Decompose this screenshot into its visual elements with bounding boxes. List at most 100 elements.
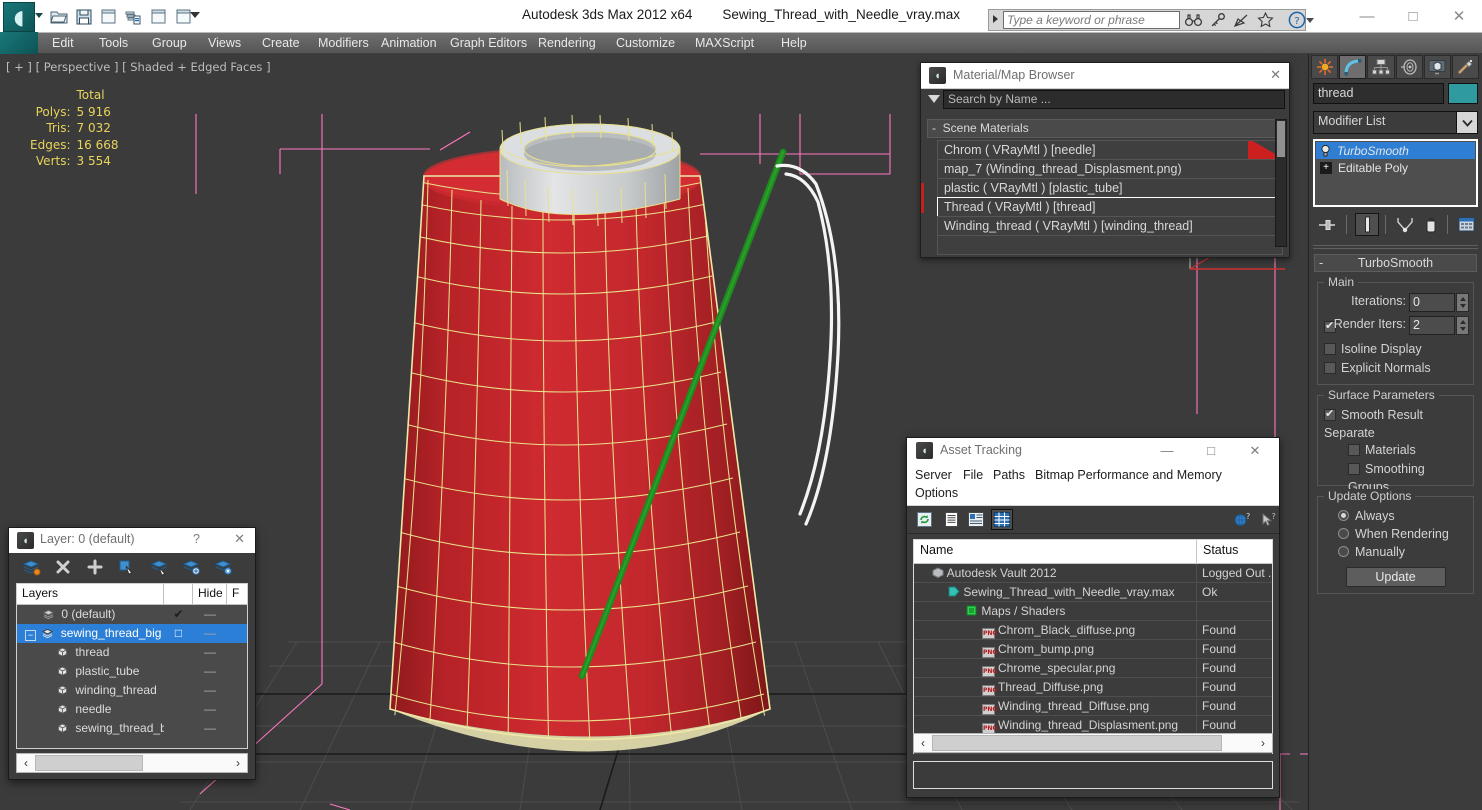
menu-item-animation[interactable]: Animation [375,35,443,52]
manually-radio[interactable] [1338,546,1349,557]
asset-tracking-maximize-button[interactable]: □ [1197,441,1225,460]
layer-expander-icon[interactable]: − [25,630,36,641]
table-row[interactable]: PNGChrom_bump.png Found [914,640,1272,659]
menu-item-tools[interactable]: Tools [93,35,134,52]
asset-table-horizontal-scrollbar[interactable]: ‹ › [913,733,1273,753]
show-end-result-icon[interactable] [1355,213,1379,236]
material-item-map7[interactable]: map_7 (Winding_thread_Displasment.png) [… [937,159,1283,194]
menu-item-maxscript[interactable]: MAXScript [689,35,760,52]
create-tab[interactable] [1311,55,1339,79]
column-header-freeze[interactable]: F [227,584,247,604]
isoline-display-checkbox[interactable] [1324,343,1336,355]
window-minimize-button[interactable]: — [1344,0,1390,32]
scroll-left-arrow[interactable]: ‹ [18,755,34,771]
smooth-result-checkbox[interactable] [1324,407,1336,421]
grid-view-icon[interactable] [991,509,1013,530]
material-item-chrom[interactable]: Chrom ( VRayMtl ) [needle] [937,140,1283,160]
spinner-arrows-icon[interactable] [1456,316,1469,335]
remove-modifier-icon[interactable] [1419,213,1443,236]
help-globe-icon[interactable]: ? [1231,509,1253,530]
layer-hide-toggle[interactable]: — [193,624,227,643]
always-radio[interactable] [1338,510,1349,521]
layer-hide-toggle[interactable]: — [193,700,227,719]
asset-tracking-window[interactable]: ◖ Asset Tracking — □ ✕ Server File Paths… [906,437,1280,798]
menu-item-rendering[interactable]: Rendering [532,35,602,52]
asset-tracking-close-button[interactable]: ✕ [1241,441,1269,460]
star-icon[interactable] [1254,10,1276,30]
binoculars-icon[interactable] [1182,10,1204,30]
layer-hide-toggle[interactable]: — [193,719,227,738]
menu-item-views[interactable]: Views [202,35,247,52]
column-header-blank[interactable] [164,584,193,604]
satellite-dish-icon[interactable] [1230,10,1252,30]
group-toggle-icon[interactable]: - [932,121,936,135]
layer-row-sewing-thread-big[interactable]: − sewing_thread_big □ — [17,624,247,643]
new-layer-icon[interactable] [19,556,43,578]
column-header-name[interactable]: Name [914,540,1197,563]
layer-hide-toggle[interactable]: — [193,662,227,681]
update-option-manually[interactable]: Manually [1322,543,1469,561]
key-icon[interactable] [1206,10,1228,30]
utilities-tab[interactable] [1451,55,1480,79]
render-iters-value[interactable]: 2 [1409,316,1455,335]
material-item-winding-thread[interactable]: Winding_thread ( VRayMtl ) [winding_thre… [937,216,1283,236]
asset-menu-bitmap[interactable]: Bitmap Performance and Memory [1035,468,1222,482]
isoline-display-row[interactable]: Isoline Display [1322,340,1469,359]
asset-tracking-minimize-button[interactable]: — [1153,441,1181,460]
layer-hide-toggle[interactable]: — [193,643,227,662]
modifier-stack[interactable]: TurboSmooth + Editable Poly [1313,139,1478,207]
layer-freeze-toggle[interactable] [227,624,247,643]
table-row[interactable]: PNGChrom_Black_diffuse.png Found [914,621,1272,640]
layer-close-button[interactable]: ✕ [234,531,245,547]
explicit-normals-checkbox[interactable] [1324,362,1336,374]
explicit-normals-row[interactable]: Explicit Normals [1322,359,1469,378]
scroll-right-arrow[interactable]: › [230,755,246,771]
layer-settings-icon[interactable] [211,556,235,578]
menu-item-customize[interactable]: Customize [610,35,681,52]
object-color-swatch[interactable] [1448,83,1478,104]
select-highlight-icon[interactable] [147,556,171,578]
modifier-stack-item-turbosmooth[interactable]: TurboSmooth [1316,142,1475,159]
layer-row-winding-thread[interactable]: winding_thread — [17,681,247,700]
update-option-when-rendering[interactable]: When Rendering [1322,525,1469,543]
rollup-header[interactable]: - TurboSmooth [1314,254,1477,272]
layer-row-default[interactable]: 0 (default) ✔ — [17,605,247,624]
update-button[interactable]: Update [1345,567,1446,587]
layer-hide-toggle[interactable]: — [193,681,227,700]
configure-sets-icon[interactable] [1455,213,1479,236]
layer-active-check[interactable]: ✔ [164,605,193,624]
material-browser-close-button[interactable]: ✕ [1270,67,1281,83]
materials-row[interactable]: Materials [1322,441,1469,460]
detail-view-icon[interactable] [965,509,987,530]
modify-tab[interactable] [1339,55,1367,79]
materials-checkbox[interactable] [1348,444,1360,456]
layer-horizontal-scrollbar[interactable]: ‹ › [16,753,248,773]
layer-row-sewing-thread-big-object[interactable]: sewing_thread_big — [17,719,247,738]
scroll-right-arrow[interactable]: › [1255,735,1271,751]
material-list-scrollbar[interactable] [1275,119,1287,247]
layer-active-check[interactable]: □ [164,624,193,643]
column-header-layers[interactable]: Layers [17,584,164,604]
add-layer-icon[interactable] [83,556,107,578]
layer-hide-toggle[interactable]: — [193,605,227,624]
material-map-browser-window[interactable]: ◖ Material/Map Browser ✕ Search by Name … [920,62,1290,258]
menu-item-create[interactable]: Create [256,35,306,52]
rollup-toggle[interactable]: - [1319,255,1323,271]
modifier-stack-item-editable-poly[interactable]: + Editable Poly [1316,159,1475,176]
window-close-button[interactable]: ✕ [1436,0,1482,32]
smooth-result-row[interactable]: Smooth Result [1322,406,1469,425]
list-view-icon[interactable] [940,509,962,530]
material-item-empty[interactable] [937,235,1283,255]
layer-table[interactable]: Layers Hide F 0 (default) ✔ — − sewing_t… [16,583,248,749]
layer-row-thread[interactable]: thread — [17,643,247,662]
asset-menu-options[interactable]: Options [915,486,958,500]
column-header-hide[interactable]: Hide [193,584,227,604]
motion-tab[interactable] [1395,55,1423,79]
command-panel[interactable]: thread Modifier List TurboSmooth + Edita… [1308,54,1482,810]
layer-row-needle[interactable]: needle — [17,700,247,719]
help-dropdown-icon[interactable] [1304,10,1316,30]
material-item-plastic[interactable]: plastic ( VRayMtl ) [plastic_tube] [937,178,1283,198]
table-row[interactable]: Autodesk Vault 2012 Logged Out ... [914,564,1272,583]
layer-row-plastic-tube[interactable]: plastic_tube — [17,662,247,681]
scene-materials-group-header[interactable]: - Scene Materials [927,119,1283,138]
